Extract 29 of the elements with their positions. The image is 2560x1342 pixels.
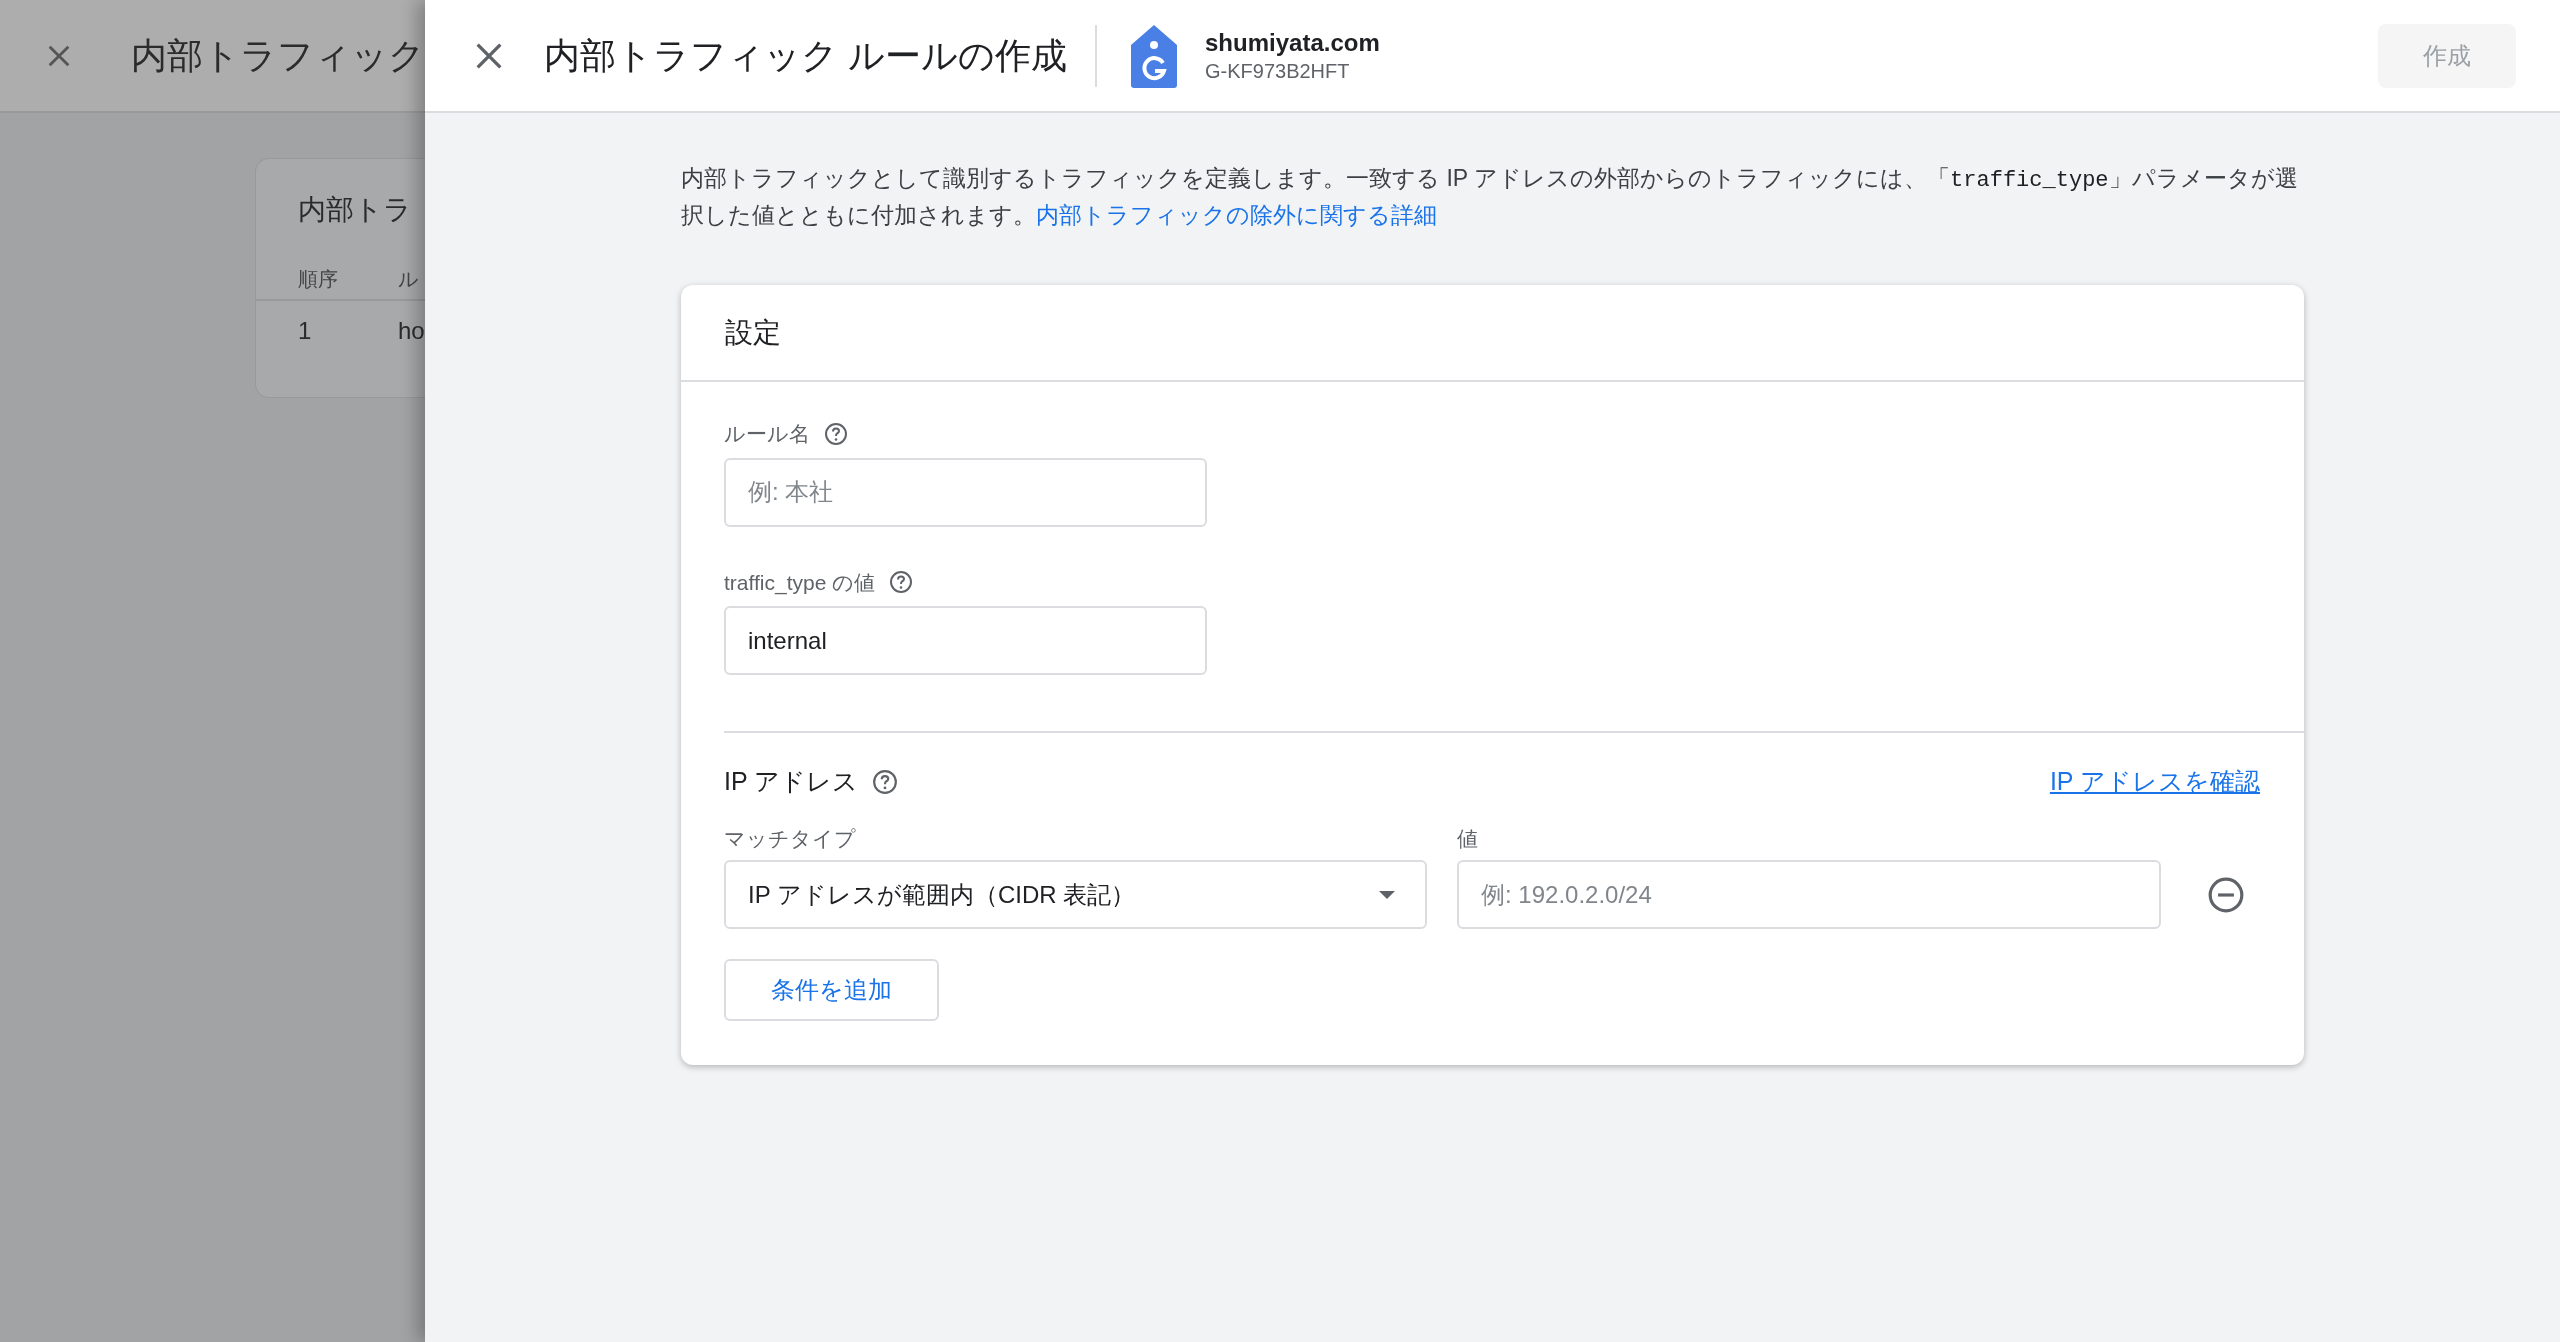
field-label: 値 bbox=[1457, 825, 1478, 852]
section-title: IP アドレス bbox=[724, 766, 859, 797]
property-name: shumiyata.com bbox=[1205, 27, 1380, 58]
description-text: 内部トラフィックとして識別するトラフィックを定義します。一致する IP アドレスの外部からのトラフィックには、「traffic_type」パラメータが選択した値とともに付加されます。内部トラフィックの除外に関する詳細 bbox=[681, 164, 2299, 230]
property-id: G-KF973B2HFT bbox=[1205, 58, 1351, 84]
remove-icon[interactable] bbox=[2207, 875, 2245, 914]
help-icon[interactable] bbox=[872, 768, 899, 795]
page-title: 内部トラフィック bbox=[131, 33, 425, 78]
field-label: ルール名 bbox=[724, 421, 810, 447]
input-field[interactable]: internal bbox=[724, 606, 1207, 675]
drawer-title: 内部トラフィック ルールの作成 bbox=[544, 33, 1067, 78]
learn-more-link[interactable]: 内部トラフィックの除外に関する詳細 bbox=[1036, 202, 1437, 228]
card-title: 内部トラ bbox=[298, 193, 413, 227]
caret-icon bbox=[1377, 888, 1397, 901]
add-condition-button[interactable]: 条件を追加 bbox=[724, 959, 939, 1021]
field-label: マッチタイプ bbox=[724, 825, 857, 852]
help-icon[interactable] bbox=[824, 421, 848, 446]
match-type-dropdown[interactable]: IP アドレスが範囲内（CIDR 表記） bbox=[724, 860, 1427, 929]
table-cell-text: 1 bbox=[298, 316, 313, 346]
column-header: ル bbox=[398, 267, 418, 292]
tag-icon bbox=[1129, 22, 1179, 89]
input-field[interactable]: 例: 192.0.2.0/24 bbox=[1457, 860, 2161, 929]
section-title: 設定 bbox=[725, 315, 781, 350]
table-cell-text: ho bbox=[398, 316, 425, 346]
field-label: traffic_type の値 bbox=[724, 569, 876, 597]
input-field[interactable]: 例: 本社 bbox=[724, 457, 1207, 527]
column-header: 順序 bbox=[298, 267, 339, 292]
check-ip-link[interactable]: IP アドレスを確認 bbox=[2049, 763, 2260, 801]
help-icon[interactable] bbox=[889, 570, 914, 595]
